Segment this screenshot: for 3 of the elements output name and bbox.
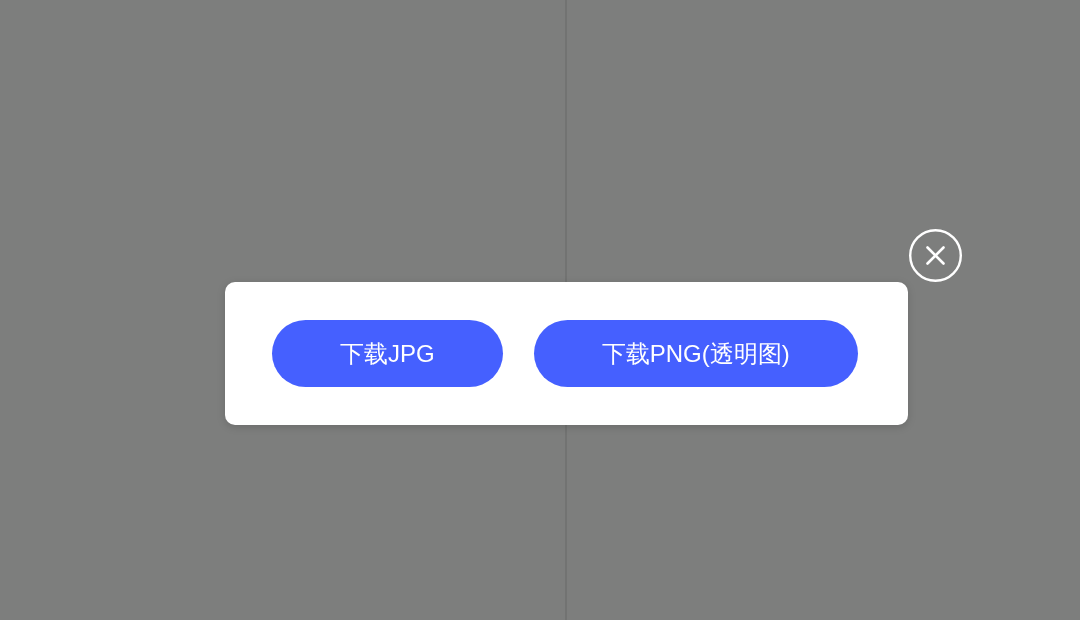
download-button[interactable]: 下载PNG(透明图): [533, 320, 858, 387]
close-icon[interactable]: [909, 229, 962, 282]
download-button[interactable]: 下载JPG: [272, 320, 503, 387]
